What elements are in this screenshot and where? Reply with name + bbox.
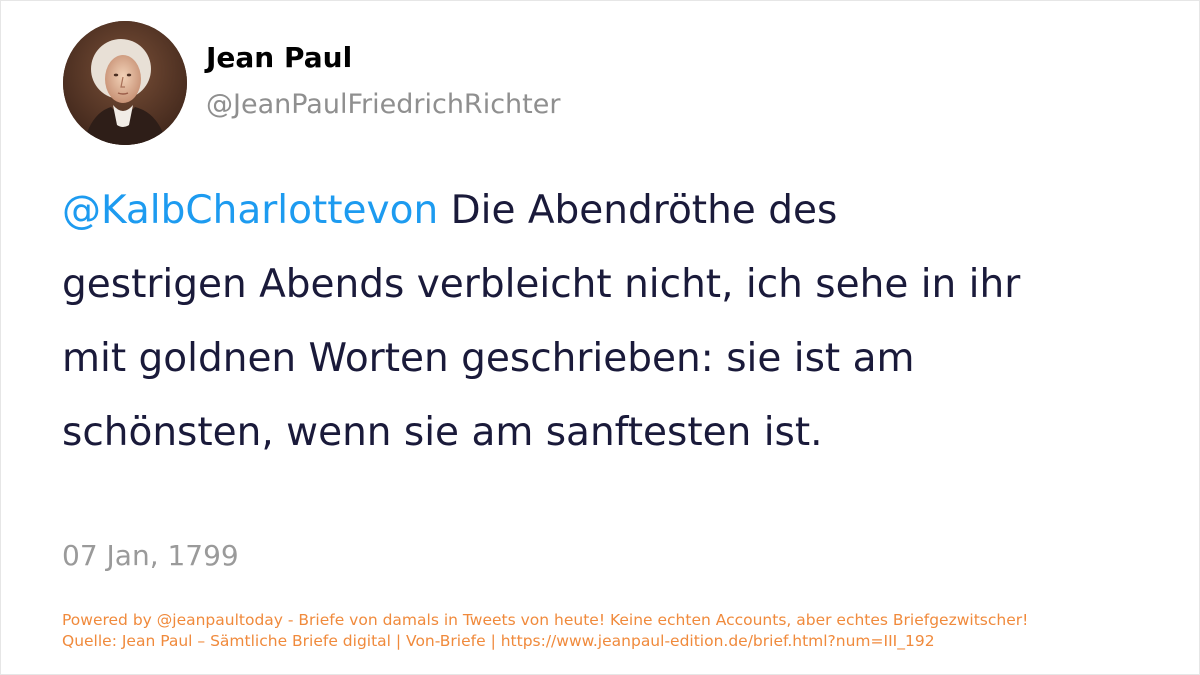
user-handle[interactable]: @JeanPaulFriedrichRichter xyxy=(206,89,560,120)
tweet-text-line: mit goldnen Worten geschrieben: sie ist … xyxy=(62,336,915,381)
footer: Powered by @jeanpaultoday - Briefe von d… xyxy=(62,610,1028,652)
tweet-text: @KalbCharlottevon Die Abendröthe des ges… xyxy=(62,174,1122,470)
tweet-text-segment: Die Abendröthe des xyxy=(438,188,838,233)
tweet-timestamp: 07 Jan, 1799 xyxy=(62,539,239,572)
display-name[interactable]: Jean Paul xyxy=(206,41,352,74)
tweet-text-line: gestrigen Abends verbleicht nicht, ich s… xyxy=(62,262,1021,307)
powered-by-text: Powered by @jeanpaultoday - Briefe von d… xyxy=(62,611,1029,629)
source-text: Quelle: Jean Paul – Sämtliche Briefe dig… xyxy=(62,632,935,650)
tweet-card: Jean Paul @JeanPaulFriedrichRichter @Kal… xyxy=(0,0,1200,675)
portrait-avatar-icon xyxy=(63,21,187,145)
avatar[interactable] xyxy=(63,21,187,145)
tweet-text-line: schönsten, wenn sie am sanftesten ist. xyxy=(62,410,823,455)
mention-link[interactable]: @KalbCharlottevon xyxy=(62,188,438,233)
tweet-text-line: @KalbCharlottevon Die Abendröthe des xyxy=(62,174,1122,248)
